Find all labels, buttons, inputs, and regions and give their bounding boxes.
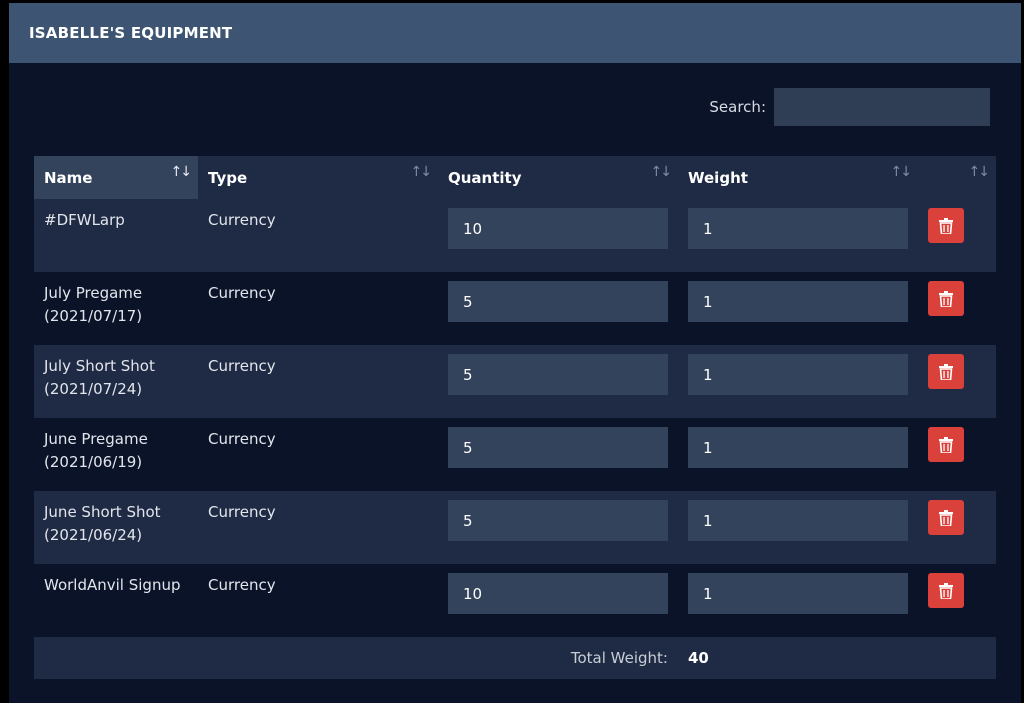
weight-cell xyxy=(678,345,918,418)
trash-icon xyxy=(939,290,953,307)
item-name-date: (2021/07/17) xyxy=(44,307,143,325)
weight-input[interactable] xyxy=(688,281,908,322)
quantity-cell xyxy=(438,199,678,272)
item-name-cell: WorldAnvil Signup xyxy=(34,564,198,637)
trash-icon xyxy=(939,363,953,380)
table-header-row: Name ↑↓ Type ↑↓ Quantity ↑↓ Weight ↑↓ ↑↓ xyxy=(34,156,996,199)
quantity-cell xyxy=(438,564,678,637)
sort-arrows-icon: ↑↓ xyxy=(650,164,673,180)
sort-arrows-icon: ↑↓ xyxy=(410,164,433,180)
delete-button[interactable] xyxy=(928,427,964,462)
delete-button[interactable] xyxy=(928,354,964,389)
table-row: #DFWLarp Currency xyxy=(34,199,996,272)
delete-button[interactable] xyxy=(928,281,964,316)
item-name-cell: July Short Shot (2021/07/24) xyxy=(34,345,198,418)
search-input[interactable] xyxy=(774,88,990,126)
item-name-date: (2021/07/24) xyxy=(44,380,143,398)
item-type: Currency xyxy=(208,430,276,448)
quantity-input[interactable] xyxy=(448,573,668,614)
item-name-date: (2021/06/19) xyxy=(44,453,143,471)
equipment-panel: ISABELLE'S EQUIPMENT Search: Name ↑↓ Typ… xyxy=(9,3,1021,703)
item-type: Currency xyxy=(208,503,276,521)
column-header-type[interactable]: Type ↑↓ xyxy=(198,156,438,199)
sort-arrows-icon: ↑↓ xyxy=(968,164,991,180)
sort-arrows-icon: ↑↓ xyxy=(170,164,193,180)
total-weight-label: Total Weight: xyxy=(570,649,668,667)
delete-button[interactable] xyxy=(928,500,964,535)
item-name-date: (2021/06/24) xyxy=(44,526,143,544)
search-label: Search: xyxy=(709,98,766,116)
trash-icon xyxy=(939,436,953,453)
weight-cell xyxy=(678,272,918,345)
delete-button[interactable] xyxy=(928,208,964,243)
weight-input[interactable] xyxy=(688,427,908,468)
delete-button[interactable] xyxy=(928,573,964,608)
trash-icon xyxy=(939,509,953,526)
column-header-actions[interactable]: ↑↓ xyxy=(918,156,996,199)
table-footer: Total Weight: 40 xyxy=(34,637,996,679)
action-cell xyxy=(918,272,996,345)
quantity-input[interactable] xyxy=(448,354,668,395)
table-row: June Short Shot (2021/06/24) Currency xyxy=(34,491,996,564)
weight-cell xyxy=(678,564,918,637)
table-row: July Short Shot (2021/07/24) Currency xyxy=(34,345,996,418)
item-name-cell: July Pregame (2021/07/17) xyxy=(34,272,198,345)
item-name: July Pregame xyxy=(44,284,143,302)
column-header-label: Weight xyxy=(688,168,748,187)
column-header-label: Quantity xyxy=(448,168,522,187)
action-cell xyxy=(918,418,996,491)
item-name: July Short Shot xyxy=(44,357,155,375)
column-header-label: Type xyxy=(208,168,248,187)
table-row: WorldAnvil Signup Currency xyxy=(34,564,996,637)
weight-cell xyxy=(678,491,918,564)
quantity-cell xyxy=(438,491,678,564)
column-header-weight[interactable]: Weight ↑↓ xyxy=(678,156,918,199)
column-header-name[interactable]: Name ↑↓ xyxy=(34,156,198,199)
quantity-input[interactable] xyxy=(448,500,668,541)
item-name: June Short Shot xyxy=(44,503,161,521)
action-cell xyxy=(918,199,996,272)
trash-icon xyxy=(939,217,953,234)
item-type: Currency xyxy=(208,284,276,302)
column-header-quantity[interactable]: Quantity ↑↓ xyxy=(438,156,678,199)
table-row: June Pregame (2021/06/19) Currency xyxy=(34,418,996,491)
sort-arrows-icon: ↑↓ xyxy=(890,164,913,180)
quantity-input[interactable] xyxy=(448,427,668,468)
quantity-cell xyxy=(438,345,678,418)
weight-input[interactable] xyxy=(688,354,908,395)
item-name: WorldAnvil Signup xyxy=(44,576,181,594)
item-type: Currency xyxy=(208,357,276,375)
item-name-cell: #DFWLarp xyxy=(34,199,198,272)
trash-icon xyxy=(939,582,953,599)
panel-title: ISABELLE'S EQUIPMENT xyxy=(29,24,233,42)
item-type: Currency xyxy=(208,211,276,229)
quantity-input[interactable] xyxy=(448,281,668,322)
quantity-cell xyxy=(438,418,678,491)
table-body: #DFWLarp Currency July Pregame xyxy=(34,199,996,637)
quantity-cell xyxy=(438,272,678,345)
total-weight-value: 40 xyxy=(688,649,709,667)
equipment-table: Name ↑↓ Type ↑↓ Quantity ↑↓ Weight ↑↓ ↑↓ xyxy=(34,156,996,679)
item-name-cell: June Short Shot (2021/06/24) xyxy=(34,491,198,564)
item-name-cell: June Pregame (2021/06/19) xyxy=(34,418,198,491)
column-header-label: Name xyxy=(44,168,93,187)
item-name: #DFWLarp xyxy=(44,211,125,229)
item-type: Currency xyxy=(208,576,276,594)
search-row: Search: xyxy=(709,88,990,126)
weight-cell xyxy=(678,199,918,272)
item-name: June Pregame xyxy=(44,430,148,448)
weight-cell xyxy=(678,418,918,491)
action-cell xyxy=(918,564,996,637)
weight-input[interactable] xyxy=(688,573,908,614)
action-cell xyxy=(918,491,996,564)
weight-input[interactable] xyxy=(688,500,908,541)
table-row: July Pregame (2021/07/17) Currency xyxy=(34,272,996,345)
action-cell xyxy=(918,345,996,418)
panel-header: ISABELLE'S EQUIPMENT xyxy=(9,3,1021,63)
weight-input[interactable] xyxy=(688,208,908,249)
quantity-input[interactable] xyxy=(448,208,668,249)
